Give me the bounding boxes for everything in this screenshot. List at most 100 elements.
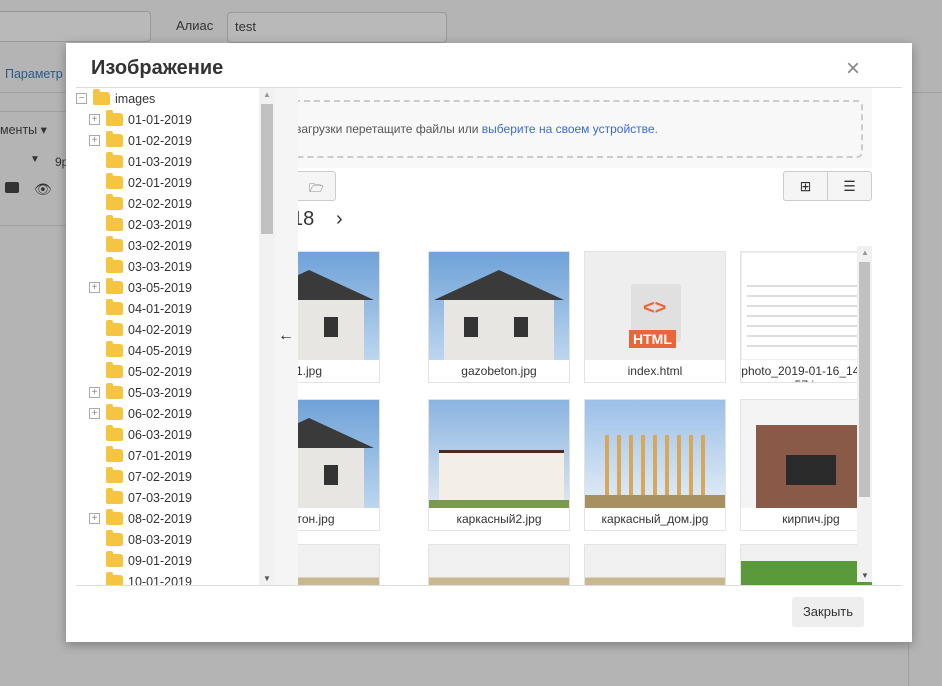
- collapse-panel-arrow[interactable]: ←: [278, 327, 294, 345]
- tree-item[interactable]: 07-01-2019: [76, 445, 275, 466]
- print-icon[interactable]: [5, 182, 19, 193]
- files-scrollbar[interactable]: ▲ ▼: [857, 246, 872, 582]
- tree-item[interactable]: 07-02-2019: [76, 466, 275, 487]
- file-thumbnail: [585, 545, 725, 585]
- file-card[interactable]: [428, 544, 570, 585]
- file-thumbnail: [741, 400, 872, 508]
- tree-item[interactable]: 02-01-2019: [76, 172, 275, 193]
- grid-view-button[interactable]: ⊞: [783, 171, 828, 201]
- file-thumbnail: [429, 252, 569, 360]
- tree-item[interactable]: 02-03-2019: [76, 214, 275, 235]
- tree-item[interactable]: +06-02-2019: [76, 403, 275, 424]
- file-name: 1.jpg: [298, 360, 379, 382]
- close-button[interactable]: Закрыть: [792, 597, 864, 627]
- tree-scrollbar[interactable]: ▲ ▼: [259, 88, 275, 585]
- open-folder-button[interactable]: 🗁: [298, 171, 336, 201]
- file-name: кирпич.jpg: [741, 508, 872, 530]
- file-card[interactable]: [740, 544, 872, 585]
- expand-icon[interactable]: +: [89, 282, 100, 293]
- tree-label: 02-02-2019: [128, 196, 192, 211]
- tree-label: 06-03-2019: [128, 427, 192, 442]
- list-icon: ☰: [843, 178, 856, 194]
- menu-label: менты: [0, 123, 38, 137]
- expand-icon[interactable]: +: [89, 408, 100, 419]
- params-tab[interactable]: Параметр: [5, 67, 63, 81]
- folder-tree: − images +01-01-2019 +01-02-2019 01-03-2019…: [76, 88, 275, 585]
- folder-icon: [106, 488, 123, 504]
- tree-label: 04-02-2019: [128, 322, 192, 337]
- menu-dropdown[interactable]: менты ▾: [0, 122, 47, 137]
- expand-icon[interactable]: +: [89, 387, 100, 398]
- grid-icon: ⊞: [799, 178, 812, 194]
- tree-item[interactable]: +01-02-2019: [76, 130, 275, 151]
- file-card[interactable]: кирпич.jpg: [740, 399, 872, 531]
- close-icon[interactable]: ×: [846, 55, 860, 83]
- tree-label: 05-02-2019: [128, 364, 192, 379]
- folder-icon: [106, 383, 123, 399]
- expand-icon[interactable]: +: [89, 114, 100, 125]
- file-thumbnail: [585, 400, 725, 508]
- file-card[interactable]: [584, 544, 726, 585]
- tree-item[interactable]: +03-05-2019: [76, 277, 275, 298]
- next-page-button[interactable]: ›: [336, 208, 343, 231]
- tree-item[interactable]: +05-03-2019: [76, 382, 275, 403]
- file-card[interactable]: photo_2019-01-16_14-36-57.jpg: [740, 251, 872, 383]
- tree-item[interactable]: 01-03-2019: [76, 151, 275, 172]
- tree-label: 03-02-2019: [128, 238, 192, 253]
- folder-open-icon: 🗁: [309, 181, 324, 195]
- folder-icon: [106, 404, 123, 420]
- tree-item[interactable]: 04-05-2019: [76, 340, 275, 361]
- file-thumbnail: [298, 252, 379, 360]
- tree-item[interactable]: 07-03-2019: [76, 487, 275, 508]
- caret-down-icon[interactable]: ▼: [30, 154, 40, 165]
- folder-icon: [106, 194, 123, 210]
- eye-icon[interactable]: 👁: [34, 181, 52, 198]
- alias-input[interactable]: test: [227, 12, 447, 43]
- tree-item[interactable]: +01-01-2019: [76, 109, 275, 130]
- file-card[interactable]: каркасный_дом.jpg: [584, 399, 726, 531]
- alias-label: Алиас: [176, 18, 214, 33]
- file-name: gazobeton.jpg: [429, 360, 569, 382]
- dropzone[interactable]: я загрузки перетащите файлы или выберите…: [298, 100, 863, 158]
- folder-icon: [106, 299, 123, 315]
- file-card[interactable]: 1.jpg: [298, 251, 380, 383]
- file-card[interactable]: gazobeton.jpg: [428, 251, 570, 383]
- tree-item[interactable]: 10-01-2019: [76, 571, 275, 585]
- file-card[interactable]: [298, 544, 380, 585]
- choose-file-link[interactable]: выберите на своем устройстве.: [482, 122, 658, 136]
- tree-item[interactable]: 03-02-2019: [76, 235, 275, 256]
- file-card[interactable]: бетон.jpg: [298, 399, 380, 531]
- tree-item[interactable]: 04-02-2019: [76, 319, 275, 340]
- tree-item[interactable]: 04-01-2019: [76, 298, 275, 319]
- file-browser: я загрузки перетащите файлы или выберите…: [298, 88, 872, 585]
- folder-icon: [106, 425, 123, 441]
- tree-item[interactable]: 03-03-2019: [76, 256, 275, 277]
- tree-item[interactable]: 09-01-2019: [76, 550, 275, 571]
- file-card[interactable]: каркасный2.jpg: [428, 399, 570, 531]
- file-name: каркасный2.jpg: [429, 508, 569, 530]
- tree-item[interactable]: 05-02-2019: [76, 361, 275, 382]
- folder-icon: [106, 320, 123, 336]
- html-badge: HTML: [629, 330, 676, 348]
- expand-icon[interactable]: +: [89, 135, 100, 146]
- folder-icon: [93, 89, 110, 105]
- tree-item[interactable]: +08-02-2019: [76, 508, 275, 529]
- page-number[interactable]: 18: [298, 208, 314, 231]
- file-thumbnail: <> HTML: [585, 252, 725, 360]
- list-view-button[interactable]: ☰: [827, 171, 872, 201]
- tree-item[interactable]: 06-03-2019: [76, 424, 275, 445]
- file-card[interactable]: <> HTML index.html: [584, 251, 726, 383]
- file-thumbnail: [429, 545, 569, 585]
- folder-icon: [106, 236, 123, 252]
- folder-icon: [106, 257, 123, 273]
- expand-icon[interactable]: +: [89, 513, 100, 524]
- tree-label: 01-01-2019: [128, 112, 192, 127]
- tree-root[interactable]: − images: [76, 88, 275, 109]
- collapse-icon[interactable]: −: [76, 93, 87, 104]
- file-thumbnail: [298, 400, 379, 508]
- tree-label: 03-05-2019: [128, 280, 192, 295]
- tree-item[interactable]: 02-02-2019: [76, 193, 275, 214]
- title-input[interactable]: [0, 11, 151, 42]
- tree-label: 10-01-2019: [128, 574, 192, 586]
- tree-item[interactable]: 08-03-2019: [76, 529, 275, 550]
